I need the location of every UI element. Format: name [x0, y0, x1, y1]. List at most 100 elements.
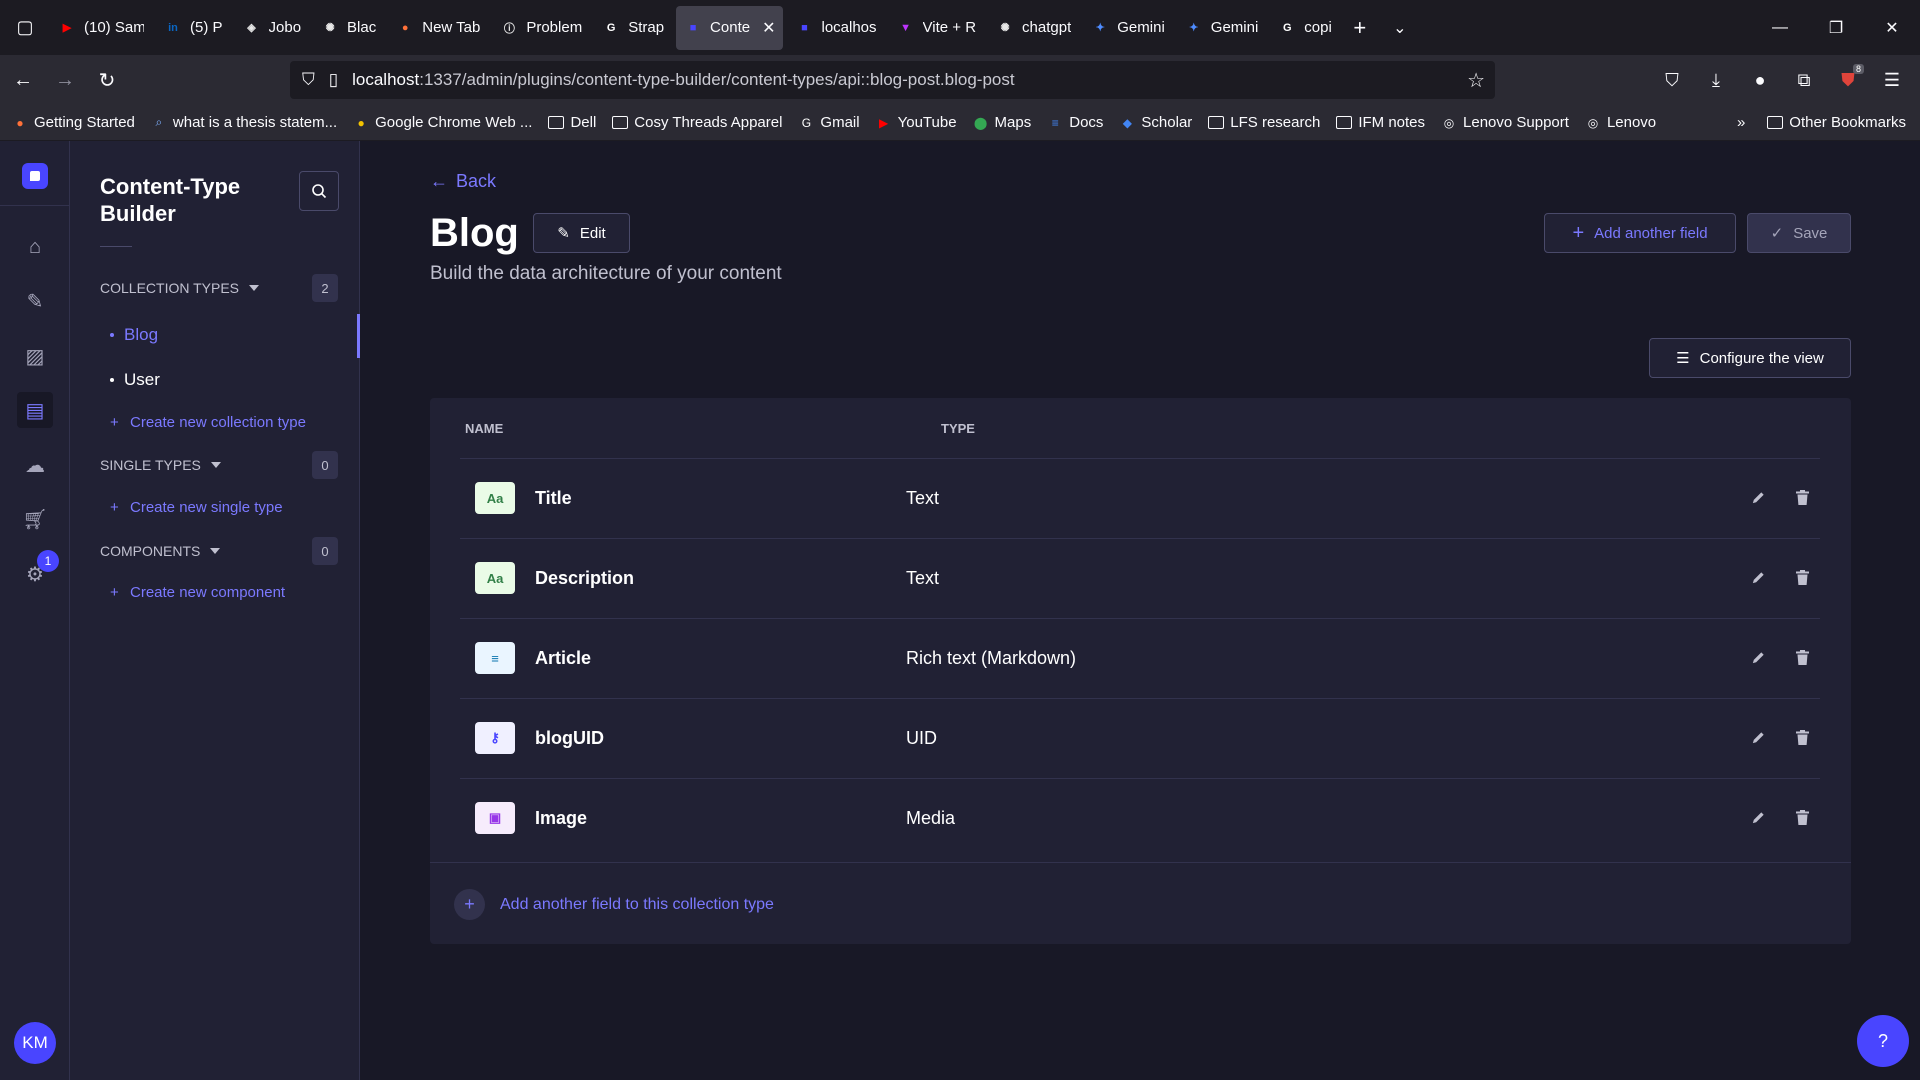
bookmark-label: Docs: [1069, 114, 1104, 131]
list-all-tabs-icon[interactable]: ▢: [0, 0, 50, 55]
close-window-icon[interactable]: ✕: [1864, 0, 1920, 55]
marketplace-cart-icon[interactable]: 🛒︎: [17, 501, 53, 537]
vite-icon: ▼: [900, 21, 911, 34]
strapi-logo-icon[interactable]: [22, 163, 48, 189]
components-heading[interactable]: Components: [100, 543, 221, 559]
delete-field-trash-icon[interactable]: [1792, 487, 1812, 507]
settings-gear-icon[interactable]: ⚙ 1: [17, 550, 59, 592]
table-row[interactable]: Aa Title Text: [460, 458, 1820, 538]
browser-tab[interactable]: ✦ Gemini: [1083, 6, 1173, 50]
sidebar-item-user[interactable]: User: [110, 370, 160, 390]
caret-down-icon: [210, 548, 221, 554]
downloads-icon[interactable]: ⤓: [1698, 62, 1734, 98]
forward-arrow-icon[interactable]: →: [46, 61, 84, 99]
browser-tab[interactable]: ◈ Jobo: [235, 6, 310, 50]
media-library-icon[interactable]: ▨: [17, 338, 53, 374]
bookmark-star-icon[interactable]: ☆: [1467, 68, 1485, 93]
create-single-type-link[interactable]: + Create new single type: [110, 499, 283, 516]
browser-tab[interactable]: ✺ Blac: [313, 6, 384, 50]
single-types-heading[interactable]: Single types: [100, 457, 221, 473]
edit-field-pencil-icon[interactable]: [1748, 487, 1768, 507]
bookmark-item[interactable]: ◎ Lenovo Support: [1441, 114, 1569, 131]
browser-tab[interactable]: ▼ Vite + R: [889, 6, 985, 50]
collection-types-heading[interactable]: Collection types: [100, 280, 260, 296]
browser-tab[interactable]: ✺ chatgpt: [988, 6, 1079, 50]
folder-icon: [1336, 116, 1353, 129]
address-bar[interactable]: ⛉ ▯ localhost:1337/admin/plugins/content…: [290, 61, 1495, 99]
back-arrow-icon[interactable]: ←: [4, 61, 42, 99]
configure-view-button[interactable]: ☰ Configure the view: [1649, 338, 1851, 378]
search-button[interactable]: [299, 171, 339, 211]
bookmark-item[interactable]: ● Getting Started: [12, 114, 135, 131]
help-question-icon[interactable]: ?: [1857, 1015, 1909, 1067]
google-icon: G: [1283, 21, 1292, 34]
bookmark-item[interactable]: IFM notes: [1336, 114, 1425, 131]
minimize-icon[interactable]: —: [1752, 0, 1808, 55]
add-another-field-button[interactable]: + Add another field: [1544, 213, 1736, 253]
home-icon[interactable]: ⌂: [17, 229, 53, 265]
pocket-icon[interactable]: ⛉: [1654, 62, 1690, 98]
bookmark-item[interactable]: ◎ Lenovo: [1585, 114, 1656, 131]
delete-field-trash-icon[interactable]: [1792, 567, 1812, 587]
delete-field-trash-icon[interactable]: [1792, 807, 1812, 827]
table-row[interactable]: ⚷ blogUID UID: [460, 698, 1820, 778]
hamburger-menu-icon[interactable]: ☰: [1874, 62, 1910, 98]
browser-tab[interactable]: ■ Conte ✕: [676, 5, 784, 50]
bookmarks-right: » Other Bookmarks: [1737, 114, 1906, 131]
reload-icon[interactable]: ↻: [88, 61, 126, 99]
extensions-icon[interactable]: ⧉: [1786, 62, 1822, 98]
ublock-icon[interactable]: ⛊ 8: [1830, 62, 1866, 98]
save-button[interactable]: ✓ Save: [1747, 213, 1851, 253]
page-info-icon[interactable]: ▯: [329, 70, 338, 90]
account-icon[interactable]: ●: [1742, 62, 1778, 98]
content-manager-feather-icon[interactable]: ✎: [17, 283, 53, 319]
browser-tab[interactable]: ✦ Gemini: [1177, 6, 1267, 50]
browser-tab[interactable]: ▶ (10) Sam: [50, 6, 152, 50]
other-bookmarks[interactable]: Other Bookmarks: [1767, 114, 1906, 131]
bookmarks-overflow-chevron-icon[interactable]: »: [1737, 114, 1745, 131]
bookmark-item[interactable]: ⌕ what is a thesis statem...: [151, 114, 338, 131]
edit-field-pencil-icon[interactable]: [1748, 567, 1768, 587]
delete-field-trash-icon[interactable]: [1792, 727, 1812, 747]
create-component-link[interactable]: + Create new component: [110, 584, 285, 601]
browser-tab[interactable]: G Strap: [594, 6, 672, 50]
shield-icon[interactable]: ⛉: [302, 70, 315, 90]
browser-tab[interactable]: ■ localhos: [787, 6, 884, 50]
browser-tab[interactable]: ⓘ Problem: [492, 6, 590, 50]
tab-overflow-chevron-icon[interactable]: ⌄: [1380, 18, 1420, 38]
bookmark-item[interactable]: ● Google Chrome Web ...: [353, 114, 533, 131]
list-settings-icon: ☰: [1676, 350, 1690, 367]
avatar[interactable]: KM: [14, 1022, 56, 1064]
url-text: localhost:1337/admin/plugins/content-typ…: [352, 70, 1015, 89]
table-row[interactable]: Aa Description Text: [460, 538, 1820, 618]
edit-field-pencil-icon[interactable]: [1748, 807, 1768, 827]
bookmark-label: Lenovo: [1606, 114, 1657, 131]
bookmark-item[interactable]: ◆ Scholar: [1119, 114, 1192, 131]
browser-tab[interactable]: Gcopi: [1270, 6, 1340, 50]
bookmark-item[interactable]: ▶ YouTube: [876, 114, 957, 131]
content-type-builder-icon[interactable]: ▤: [17, 392, 53, 428]
bookmark-item[interactable]: LFS research: [1208, 114, 1320, 131]
create-collection-type-link[interactable]: + Create new collection type: [110, 414, 306, 431]
edit-button[interactable]: ✎ Edit: [533, 213, 630, 253]
edit-field-pencil-icon[interactable]: [1748, 727, 1768, 747]
bookmark-item[interactable]: ⬤ Maps: [973, 114, 1031, 131]
cloud-icon[interactable]: ☁: [17, 447, 53, 483]
table-row[interactable]: ▣ Image Media: [460, 778, 1820, 858]
browser-tab[interactable]: in (5) P: [156, 6, 231, 50]
bookmark-item[interactable]: Dell: [548, 114, 596, 131]
back-link[interactable]: ← Back: [430, 171, 496, 192]
edit-field-pencil-icon[interactable]: [1748, 647, 1768, 667]
add-field-to-collection-link[interactable]: + Add another field to this collection ty…: [454, 889, 774, 920]
bookmark-item[interactable]: ≡ Docs: [1047, 114, 1104, 131]
restore-icon[interactable]: ❐: [1808, 0, 1864, 55]
sidebar-item-blog[interactable]: Blog: [110, 325, 158, 345]
bookmark-item[interactable]: G Gmail: [798, 114, 860, 131]
close-tab-icon[interactable]: ✕: [762, 18, 775, 38]
table-row[interactable]: ≡ Article Rich text (Markdown): [460, 618, 1820, 698]
bookmark-item[interactable]: Cosy Threads Apparel: [612, 114, 782, 131]
browser-tab[interactable]: ● New Tab: [388, 6, 488, 50]
new-tab-button[interactable]: +: [1340, 15, 1380, 41]
bookmark-label: what is a thesis statem...: [172, 114, 338, 131]
delete-field-trash-icon[interactable]: [1792, 647, 1812, 667]
